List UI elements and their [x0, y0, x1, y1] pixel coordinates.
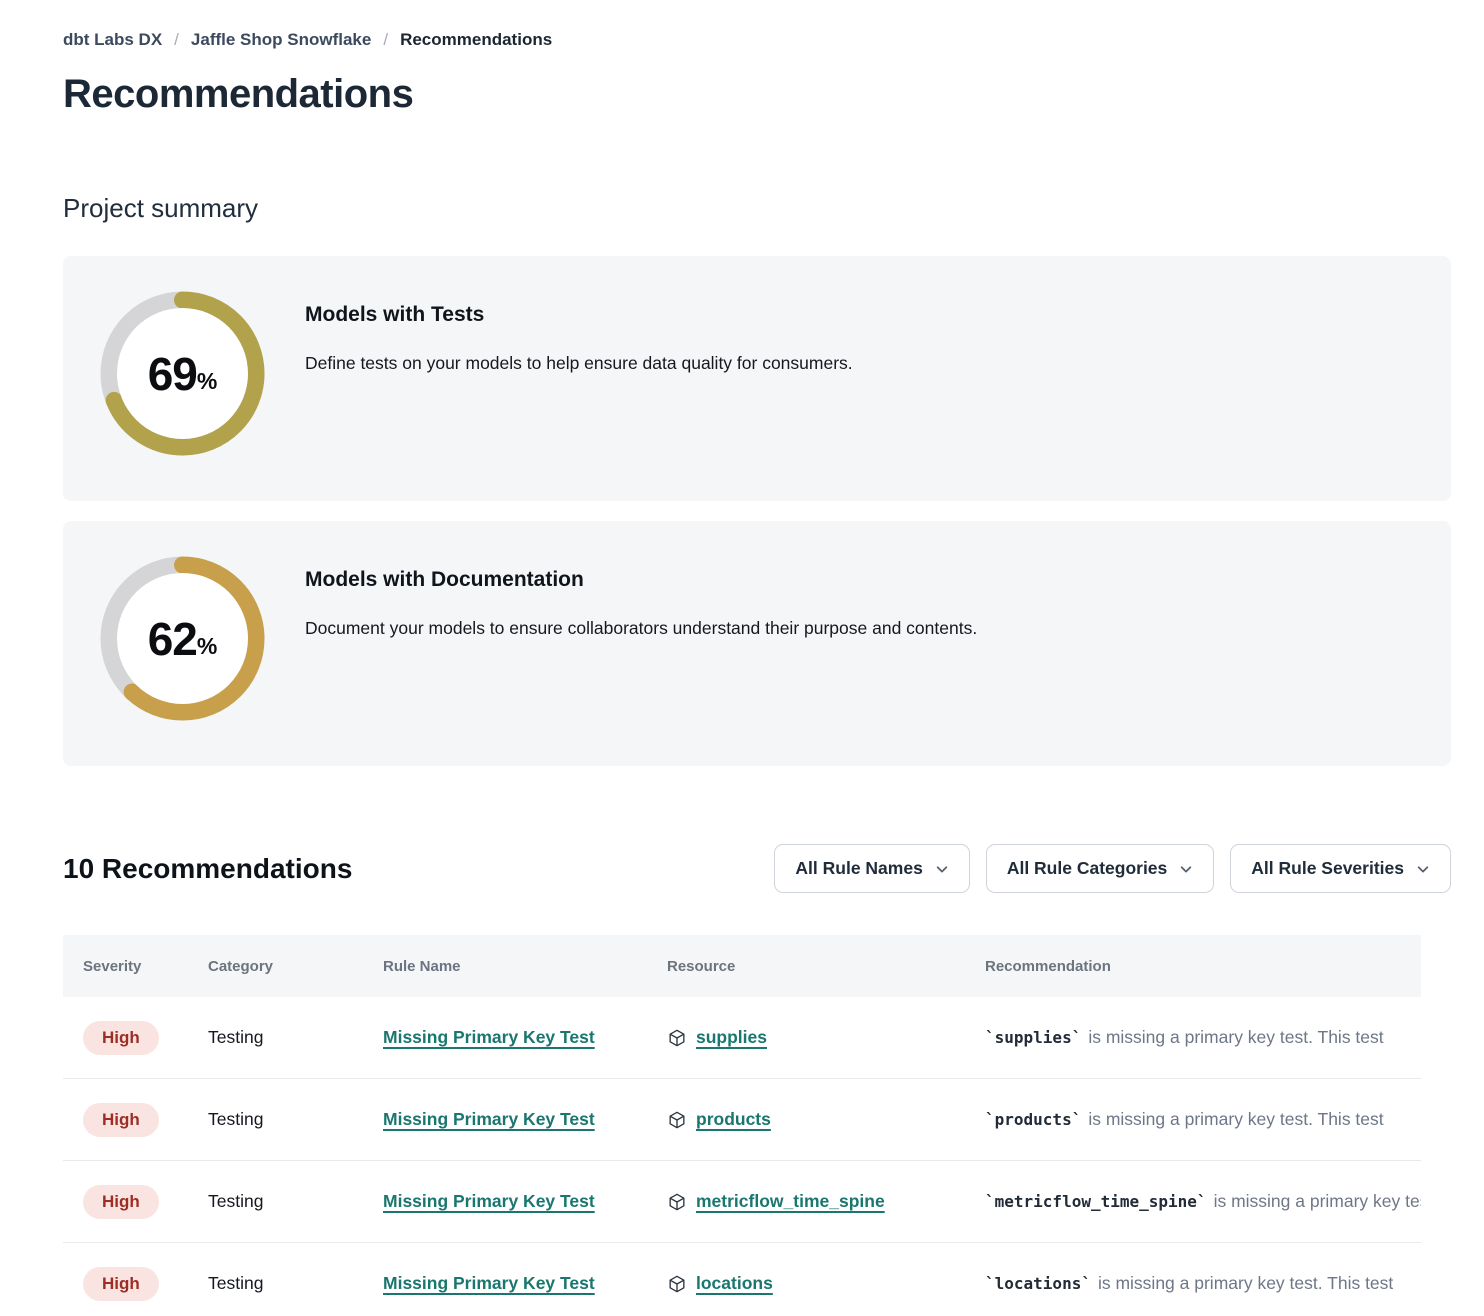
recommendation-text: is missing a primary key test. This test	[1214, 1191, 1421, 1211]
rule-name-link[interactable]: Missing Primary Key Test	[383, 1109, 595, 1129]
resource-link[interactable]: supplies	[696, 1027, 767, 1048]
breadcrumb-current-page: Recommendations	[400, 30, 552, 50]
page: dbt Labs DX / Jaffle Shop Snowflake / Re…	[0, 0, 1484, 1316]
donut-chart-documentation: 62 %	[100, 556, 265, 721]
chevron-down-icon	[935, 862, 949, 876]
recommendation-text: is missing a primary key test. This test	[1098, 1273, 1393, 1293]
percent-value: 62	[148, 612, 197, 666]
card-title: Models with Documentation	[305, 568, 977, 592]
donut-chart-tests: 69 %	[100, 291, 265, 456]
resource-code: `metricflow_time_spine`	[985, 1192, 1207, 1211]
resource-link[interactable]: metricflow_time_spine	[696, 1191, 885, 1212]
breadcrumb-project-link[interactable]: Jaffle Shop Snowflake	[191, 30, 371, 50]
donut-percent: 69 %	[117, 308, 248, 439]
percent-sign: %	[197, 368, 217, 395]
severity-badge: High	[83, 1103, 159, 1137]
table-row: High Testing Missing Primary Key Test lo…	[63, 1243, 1421, 1316]
filter-rule-names-dropdown[interactable]: All Rule Names	[774, 844, 969, 893]
summary-card-models-with-tests: 69 % Models with Tests Define tests on y…	[63, 256, 1451, 501]
percent-sign: %	[197, 633, 217, 660]
resource-link[interactable]: products	[696, 1109, 771, 1130]
filter-label: All Rule Severities	[1251, 858, 1404, 879]
rule-name-link[interactable]: Missing Primary Key Test	[383, 1027, 595, 1047]
category-cell: Testing	[188, 1109, 363, 1130]
resource-code: `locations`	[985, 1274, 1091, 1293]
summary-card-models-with-documentation: 62 % Models with Documentation Document …	[63, 521, 1451, 766]
percent-value: 69	[148, 347, 197, 401]
category-cell: Testing	[188, 1273, 363, 1294]
model-cube-icon	[667, 1192, 687, 1212]
recommendation-text: is missing a primary key test. This test	[1088, 1027, 1383, 1047]
filter-rule-categories-dropdown[interactable]: All Rule Categories	[986, 844, 1214, 893]
column-header-severity: Severity	[63, 958, 188, 975]
rule-name-link[interactable]: Missing Primary Key Test	[383, 1191, 595, 1211]
resource-code: `products`	[985, 1110, 1081, 1129]
card-description: Define tests on your models to help ensu…	[305, 353, 853, 374]
breadcrumb-separator: /	[383, 30, 388, 50]
column-header-category: Category	[188, 958, 363, 975]
filter-label: All Rule Categories	[1007, 858, 1167, 879]
card-title: Models with Tests	[305, 303, 853, 327]
page-title: Recommendations	[63, 72, 1451, 117]
severity-badge: High	[83, 1267, 159, 1301]
resource-code: `supplies`	[985, 1028, 1081, 1047]
severity-badge: High	[83, 1185, 159, 1219]
model-cube-icon	[667, 1274, 687, 1294]
column-header-rule-name: Rule Name	[363, 958, 647, 975]
recommendations-table: Severity Category Rule Name Resource Rec…	[63, 935, 1421, 1316]
resource-link[interactable]: locations	[696, 1273, 773, 1294]
breadcrumb-org-link[interactable]: dbt Labs DX	[63, 30, 162, 50]
table-row: High Testing Missing Primary Key Test pr…	[63, 1079, 1421, 1161]
breadcrumb: dbt Labs DX / Jaffle Shop Snowflake / Re…	[63, 0, 1451, 50]
category-cell: Testing	[188, 1027, 363, 1048]
recommendations-count-heading: 10 Recommendations	[63, 853, 352, 885]
donut-percent: 62 %	[117, 573, 248, 704]
column-header-resource: Resource	[647, 958, 965, 975]
chevron-down-icon	[1416, 862, 1430, 876]
chevron-down-icon	[1179, 862, 1193, 876]
model-cube-icon	[667, 1028, 687, 1048]
recommendation-text: is missing a primary key test. This test	[1088, 1109, 1383, 1129]
category-cell: Testing	[188, 1191, 363, 1212]
table-row: High Testing Missing Primary Key Test su…	[63, 997, 1421, 1079]
filter-rule-severities-dropdown[interactable]: All Rule Severities	[1230, 844, 1451, 893]
filter-bar: All Rule Names All Rule Categories All R…	[774, 844, 1451, 893]
table-header-row: Severity Category Rule Name Resource Rec…	[63, 935, 1421, 997]
breadcrumb-separator: /	[174, 30, 179, 50]
severity-badge: High	[83, 1021, 159, 1055]
model-cube-icon	[667, 1110, 687, 1130]
card-description: Document your models to ensure collabora…	[305, 618, 977, 639]
rule-name-link[interactable]: Missing Primary Key Test	[383, 1273, 595, 1293]
table-row: High Testing Missing Primary Key Test me…	[63, 1161, 1421, 1243]
filter-label: All Rule Names	[795, 858, 922, 879]
project-summary-heading: Project summary	[63, 193, 1451, 224]
column-header-recommendation: Recommendation	[965, 958, 1421, 975]
